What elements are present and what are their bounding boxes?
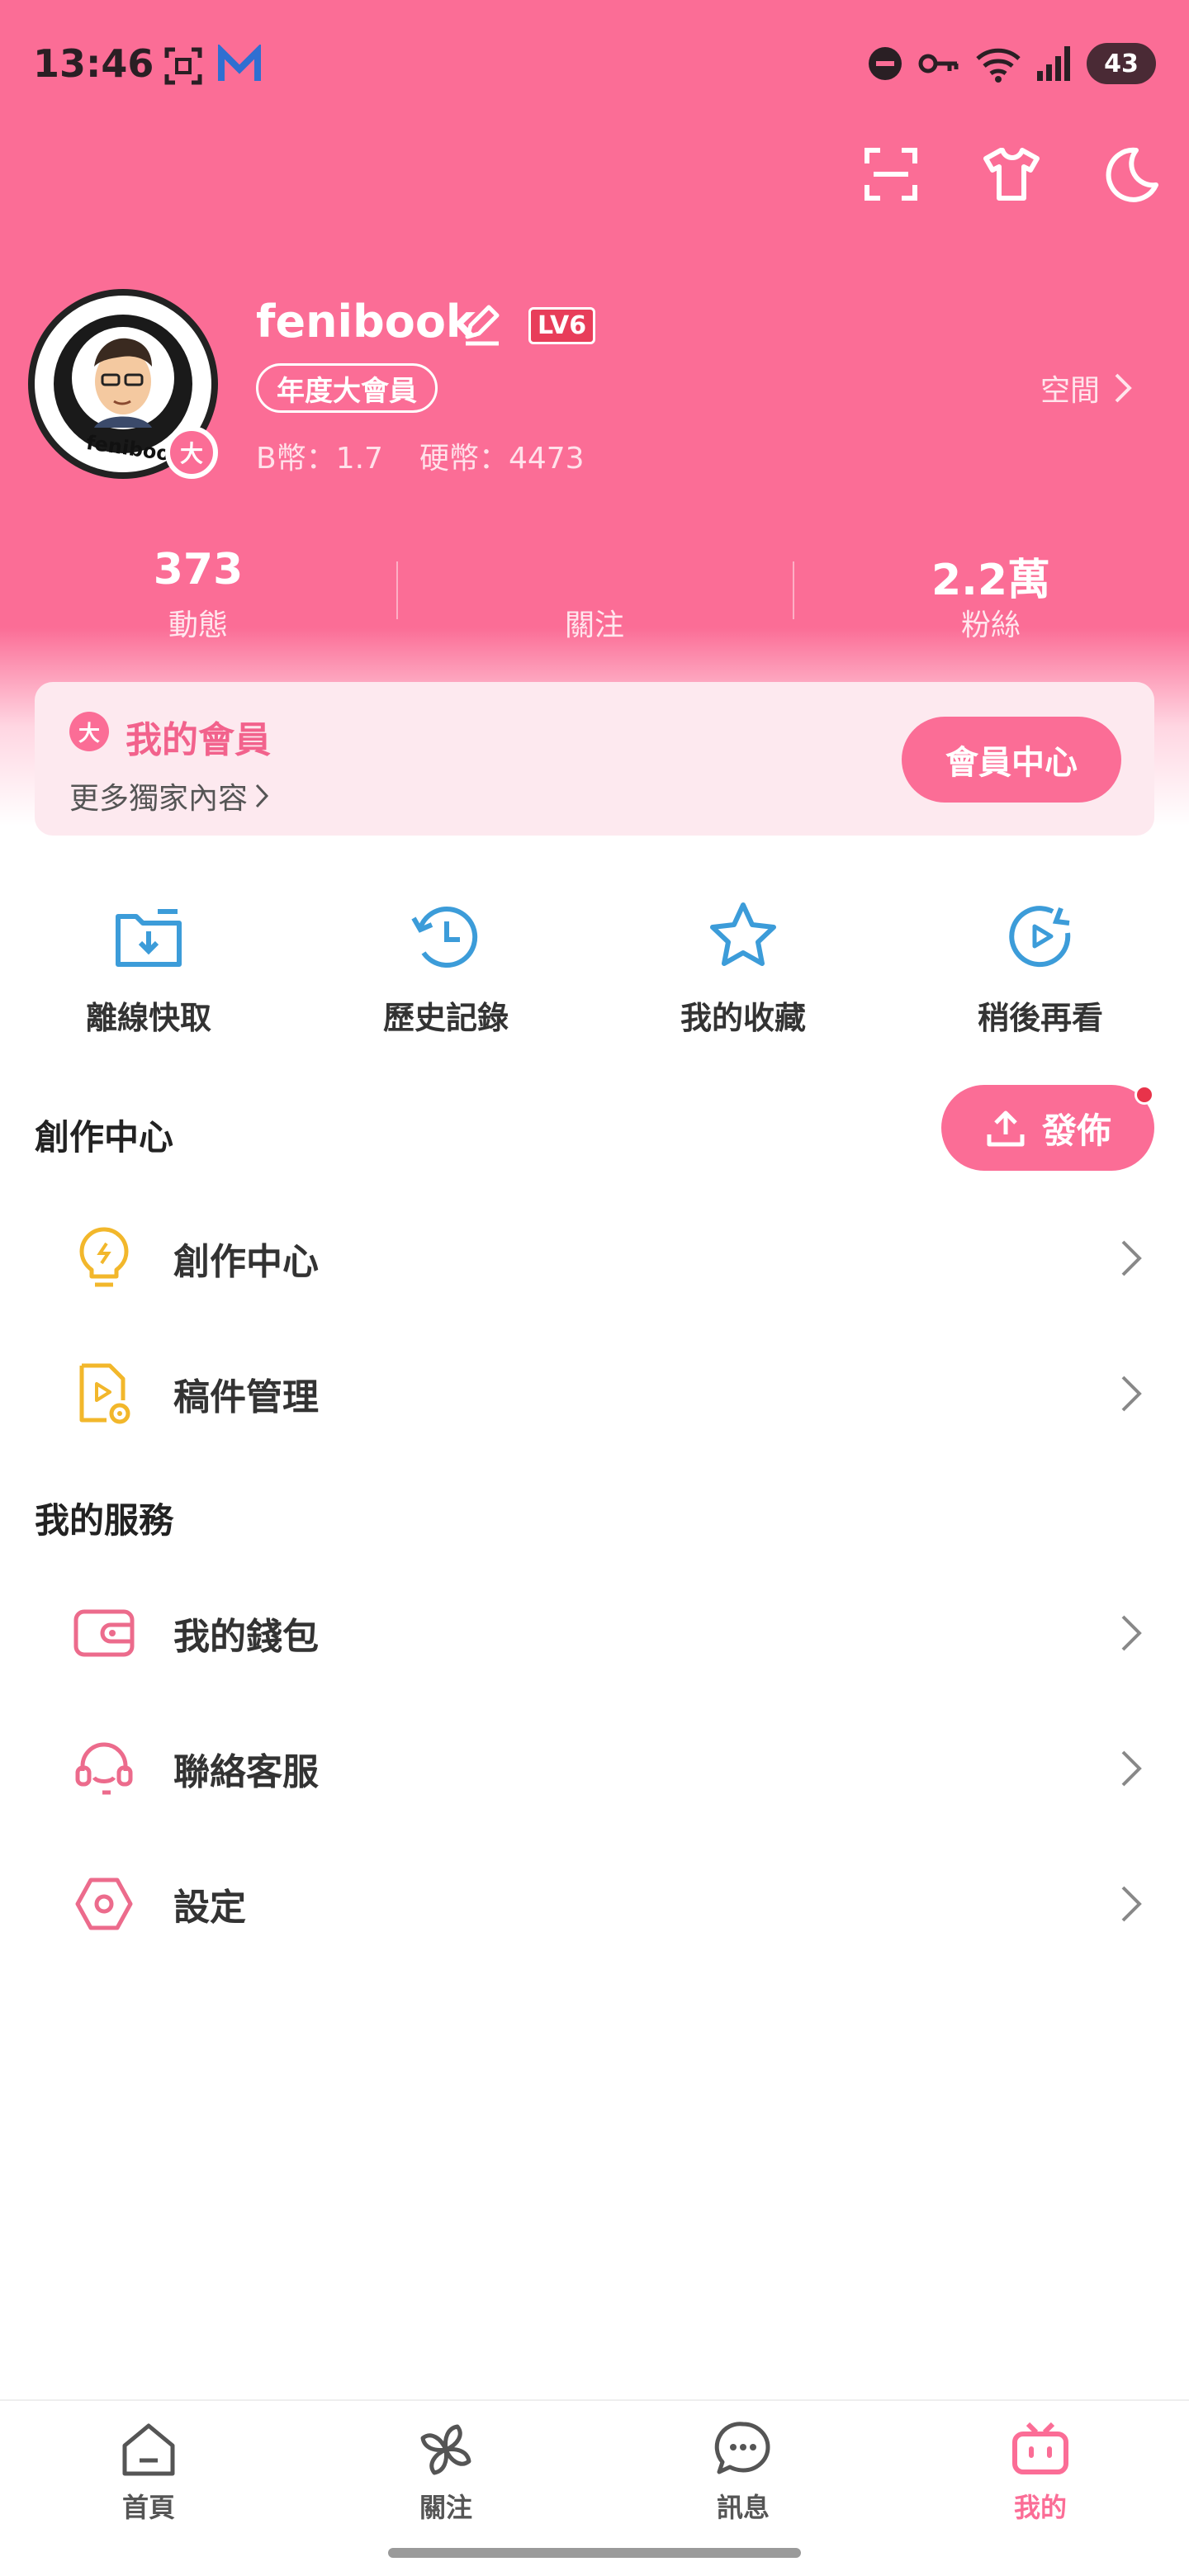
chevron-right-icon <box>255 784 269 808</box>
chevron-right-icon <box>1121 1615 1142 1651</box>
pinwheel-icon <box>420 2424 471 2475</box>
list-item-label: 我的錢包 <box>173 1616 319 1658</box>
vip-badge: 大 <box>165 426 218 479</box>
home-indicator <box>388 2548 801 2558</box>
list-item-settings[interactable]: 設定 <box>0 1838 1189 1970</box>
quick-action-offline[interactable]: 離線快取 <box>25 900 272 1038</box>
screenshot-notification-icon <box>164 47 202 85</box>
chevron-right-icon <box>1115 373 1132 403</box>
list-item-label: 稿件管理 <box>173 1376 319 1418</box>
quick-action-favorites[interactable]: 我的收藏 <box>619 900 867 1038</box>
home-icon <box>122 2423 175 2476</box>
stat-value: 2.2萬 <box>931 556 1051 605</box>
quick-action-history[interactable]: 歷史記錄 <box>322 900 570 1038</box>
nav-label: 首頁 <box>121 2492 175 2523</box>
battery-indicator: 43 <box>1087 43 1156 84</box>
stat-fans[interactable]: 2.2萬 粉絲 <box>793 545 1189 644</box>
tv-icon <box>1012 2422 1068 2474</box>
list-item-manuscript[interactable]: 稿件管理 <box>0 1328 1189 1460</box>
stat-label: 動態 <box>168 608 228 642</box>
nav-label: 關注 <box>419 2492 472 2523</box>
b-coins: B幣：1.7 <box>256 442 383 476</box>
lightbulb-icon <box>71 1225 137 1291</box>
nav-following[interactable]: 關注 <box>297 2419 594 2525</box>
space-link-label: 空間 <box>1040 374 1101 408</box>
status-notification-icons <box>162 45 263 88</box>
nav-messages[interactable]: 訊息 <box>594 2419 892 2525</box>
manuscript-icon <box>71 1361 137 1427</box>
nav-label: 我的 <box>1013 2492 1067 2523</box>
stat-dynamics[interactable]: 373 動態 <box>0 545 396 644</box>
notification-dot <box>1135 1085 1154 1105</box>
member-icon: 大 <box>69 712 109 751</box>
mail-notification-icon <box>218 45 261 81</box>
chevron-right-icon <box>1121 1240 1142 1276</box>
publish-button[interactable]: 發佈 <box>941 1085 1154 1171</box>
member-subtitle: 更多獨家內容 <box>69 782 249 816</box>
night-mode-icon[interactable] <box>1103 145 1161 203</box>
level-badge: LV6 <box>528 307 596 344</box>
chevron-right-icon <box>1121 1750 1142 1787</box>
list-item-label: 聯絡客服 <box>173 1751 319 1793</box>
vip-tag[interactable]: 年度大會員 <box>256 363 438 413</box>
section-title-services: 我的服務 <box>35 1500 174 1541</box>
quick-action-label: 離線快取 <box>85 1000 211 1036</box>
stat-following[interactable]: 關注 <box>396 545 793 644</box>
nav-home[interactable]: 首頁 <box>0 2419 297 2525</box>
quick-action-watch-later[interactable]: 稍後再看 <box>917 900 1164 1038</box>
wifi-icon <box>976 48 1021 83</box>
chevron-right-icon <box>1121 1886 1142 1922</box>
dnd-icon <box>869 47 902 80</box>
star-icon <box>710 902 776 966</box>
signal-icon <box>1037 46 1070 81</box>
quick-action-label: 我的收藏 <box>680 1000 806 1036</box>
list-item-wallet[interactable]: 我的錢包 <box>0 1567 1189 1699</box>
list-item-creation-center[interactable]: 創作中心 <box>0 1192 1189 1324</box>
member-subtitle-link[interactable]: 更多獨家內容 <box>69 774 269 817</box>
section-title-creation: 創作中心 <box>35 1117 174 1158</box>
list-item-label: 創作中心 <box>173 1241 319 1283</box>
watch-later-icon <box>1009 906 1071 968</box>
nav-mine[interactable]: 我的 <box>892 2419 1189 2525</box>
hard-coins: 硬幣：4473 <box>419 442 585 476</box>
member-title: 我的會員 <box>126 719 271 761</box>
settings-icon <box>71 1871 137 1937</box>
top-actions <box>862 145 1161 203</box>
stat-value <box>396 545 793 599</box>
offline-download-icon <box>116 909 182 967</box>
chevron-right-icon <box>1121 1376 1142 1412</box>
member-center-button[interactable]: 會員中心 <box>902 717 1121 803</box>
headset-icon <box>71 1735 137 1802</box>
username: fenibook <box>256 296 476 348</box>
wallet-icon <box>71 1600 137 1666</box>
list-item-customer-service[interactable]: 聯絡客服 <box>0 1702 1189 1835</box>
coins-row: B幣：1.7 硬幣：4473 <box>256 434 585 477</box>
message-icon <box>714 2422 770 2474</box>
status-time: 13:46 <box>33 41 154 86</box>
theme-shirt-icon[interactable] <box>981 145 1042 203</box>
quick-action-label: 稍後再看 <box>977 1000 1103 1036</box>
nav-label: 訊息 <box>716 2492 770 2523</box>
stat-value: 373 <box>153 545 244 594</box>
edit-pencil-icon[interactable] <box>459 301 505 347</box>
upload-icon <box>987 1110 1025 1147</box>
list-item-label: 設定 <box>173 1887 246 1929</box>
publish-label: 發佈 <box>1041 1110 1111 1151</box>
stat-label: 粉絲 <box>960 608 1021 642</box>
quick-action-label: 歷史記錄 <box>382 1000 509 1036</box>
stat-label: 關注 <box>564 608 624 642</box>
vpn-key-icon <box>918 54 959 73</box>
scan-icon[interactable] <box>862 145 920 203</box>
space-link[interactable]: 空間 <box>1040 367 1133 410</box>
status-icons: 43 <box>867 43 1156 84</box>
history-icon <box>411 906 478 968</box>
